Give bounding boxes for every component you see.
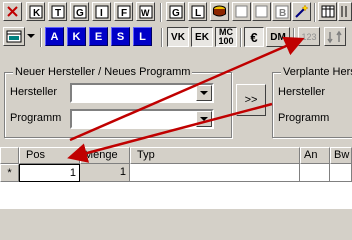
hundred-label: 100 xyxy=(218,36,234,46)
letter-k-button[interactable]: K xyxy=(67,27,86,46)
toolbar-separator xyxy=(314,3,316,22)
delete-icon[interactable] xyxy=(3,2,22,21)
toolbar-separator xyxy=(40,28,42,47)
wand-icon[interactable] xyxy=(292,2,311,21)
letter-e-button[interactable]: E xyxy=(89,27,108,46)
row-selector[interactable]: * xyxy=(0,164,19,182)
group-title: Neuer Hersteller / Neues Programm xyxy=(13,66,193,78)
programm-combo[interactable] xyxy=(70,109,214,129)
svg-text:F: F xyxy=(121,8,127,19)
form-b-icon[interactable]: B xyxy=(272,2,291,21)
cell-an[interactable] xyxy=(300,164,330,182)
positions-grid: Pos Menge Typ An Bw * 1 1 xyxy=(0,147,352,209)
form-t-icon[interactable]: T xyxy=(48,2,67,21)
form-l-icon[interactable]: L xyxy=(188,2,207,21)
transfer-button[interactable]: >> xyxy=(236,84,266,116)
svg-text:G: G xyxy=(76,8,84,19)
view-dropdown-arrow[interactable] xyxy=(27,34,35,38)
hersteller-label: Hersteller xyxy=(10,86,58,98)
toolbar-second: A K E S L VK EK MC 100 € DM 123 xyxy=(0,25,352,49)
toolbar-top: K T G I F W G L B xyxy=(0,0,352,24)
mc100-toggle[interactable]: MC 100 xyxy=(215,27,237,47)
blank-icon[interactable] xyxy=(232,2,251,21)
euro-toggle[interactable]: € xyxy=(244,27,264,47)
hersteller-dropdown-button[interactable] xyxy=(196,85,212,101)
svg-text:G: G xyxy=(172,8,180,19)
view-select-icon[interactable] xyxy=(3,27,25,46)
column-header-menge[interactable]: Menge xyxy=(80,147,130,164)
cell-bw[interactable] xyxy=(330,164,352,182)
column-header-bw[interactable]: Bw xyxy=(330,147,352,164)
svg-text:B: B xyxy=(279,8,286,19)
chevron-down-icon xyxy=(200,91,208,95)
svg-text:W: W xyxy=(141,8,150,18)
cell-typ[interactable] xyxy=(130,164,300,182)
ek-toggle[interactable]: EK xyxy=(191,27,213,47)
toolbar-separator xyxy=(293,28,295,47)
columns-icon[interactable] xyxy=(338,2,352,21)
blank2-icon[interactable] xyxy=(252,2,271,21)
programm-label: Programm xyxy=(10,112,62,124)
form-w-icon[interactable]: W xyxy=(136,2,155,21)
column-header-typ[interactable]: Typ xyxy=(130,147,300,164)
cell-menge[interactable]: 1 xyxy=(80,164,130,182)
toolbar-separator xyxy=(240,28,242,47)
toolbar-separator xyxy=(161,28,163,47)
form-k-icon[interactable]: K xyxy=(26,2,45,21)
form-g-icon[interactable]: G xyxy=(70,2,89,21)
svg-text:L: L xyxy=(195,8,201,19)
letter-a-button[interactable]: A xyxy=(45,27,64,46)
svg-text:K: K xyxy=(33,8,41,19)
form-g2-icon[interactable]: G xyxy=(166,2,185,21)
letter-l-button[interactable]: L xyxy=(133,27,152,46)
cell-pos[interactable]: 1 xyxy=(19,164,80,182)
form-i-icon[interactable]: I xyxy=(92,2,111,21)
letter-s-button[interactable]: S xyxy=(111,27,130,46)
swap-arrows-icon[interactable] xyxy=(324,27,346,46)
toolbar-separator xyxy=(160,3,162,22)
grid-corner xyxy=(0,147,19,164)
table-icon[interactable] xyxy=(318,2,337,21)
hersteller-combo[interactable] xyxy=(70,83,214,103)
numbering-icon[interactable]: 123 xyxy=(298,27,320,46)
vk-toggle[interactable]: VK xyxy=(167,27,189,47)
planned-programm-label: Programm xyxy=(278,112,330,124)
column-header-pos[interactable]: Pos xyxy=(19,147,80,164)
svg-text:I: I xyxy=(100,8,103,19)
chevron-down-icon xyxy=(200,117,208,121)
form-f-icon[interactable]: F xyxy=(114,2,133,21)
dm-toggle[interactable]: DM xyxy=(266,27,290,47)
box-icon[interactable] xyxy=(210,2,229,21)
group-title: Verplante Herst xyxy=(281,66,352,78)
column-header-an[interactable]: An xyxy=(300,147,330,164)
planned-hersteller-label: Hersteller xyxy=(278,86,326,98)
planned-manufacturer-group: Verplante Herst xyxy=(272,66,352,138)
programm-dropdown-button[interactable] xyxy=(196,111,212,127)
svg-text:T: T xyxy=(55,8,61,19)
